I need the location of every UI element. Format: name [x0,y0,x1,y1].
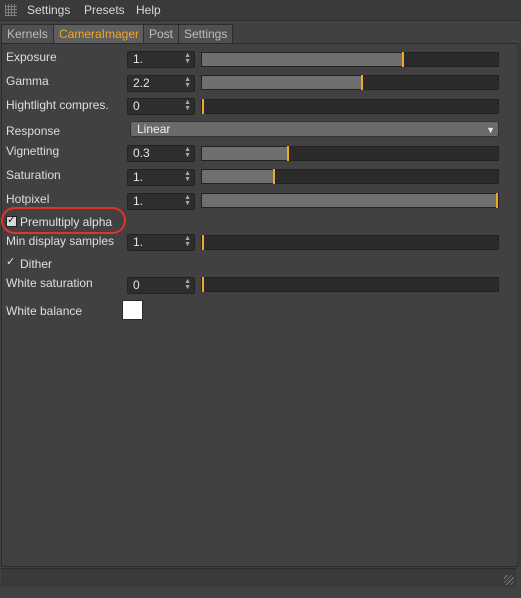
response-label: Response [6,124,61,138]
saturation-slider[interactable] [201,169,499,184]
slider-handle[interactable] [361,75,363,90]
highlight-compression-label: Hightlight compres. [6,98,109,112]
white-balance-swatch[interactable] [122,300,143,320]
slider-handle[interactable] [273,169,275,184]
white-balance-label: White balance [6,304,83,318]
response-select[interactable]: Linear ▼ [130,121,499,137]
menu-presets[interactable]: Presets [84,3,125,17]
stepper-icon[interactable]: ▲ ▼ [184,146,191,159]
white-saturation-slider[interactable] [201,277,499,292]
stepper-icon[interactable]: ▲ ▼ [184,99,191,112]
saturation-input[interactable]: 1. ▲ ▼ [127,169,195,186]
gamma-input[interactable]: 2.2 ▲ ▼ [127,75,195,92]
slider-handle[interactable] [202,235,204,250]
stepper-icon[interactable]: ▲ ▼ [184,278,191,291]
stepper-icon[interactable]: ▲ ▼ [184,52,191,65]
min-display-samples-input[interactable]: 1. ▲ ▼ [127,234,195,251]
tab-cameraimager[interactable]: CameraImager [53,24,146,43]
menu-settings[interactable]: Settings [27,3,70,17]
tab-settings[interactable]: Settings [178,24,234,43]
status-bar [1,568,516,587]
grip-icon[interactable] [5,4,17,16]
scrollbar[interactable] [517,43,521,565]
premultiply-alpha-label: Premultiply alpha [20,215,113,229]
stepper-icon[interactable]: ▲ ▼ [184,194,191,207]
stepper-icon[interactable]: ▲ ▼ [184,170,191,183]
menu-help[interactable]: Help [136,3,161,17]
white-saturation-input[interactable]: 0 ▲ ▼ [127,277,195,294]
stepper-icon[interactable]: ▲ ▼ [184,235,191,248]
stepper-icon[interactable]: ▲ ▼ [184,76,191,89]
min-display-samples-slider[interactable] [201,235,499,250]
exposure-label: Exposure [6,50,57,64]
slider-handle[interactable] [202,277,204,292]
slider-handle[interactable] [402,52,404,67]
resize-grip-icon[interactable] [504,575,514,585]
chevron-down-icon: ▼ [486,125,495,135]
gamma-label: Gamma [6,74,49,88]
checkmark-icon[interactable]: ✓ [6,256,17,269]
exposure-input[interactable]: 1. ▲ ▼ [127,51,195,68]
tab-post[interactable]: Post [143,24,180,43]
vignetting-input[interactable]: 0.3 ▲ ▼ [127,145,195,162]
vignetting-label: Vignetting [6,144,60,158]
slider-handle[interactable] [496,193,498,208]
min-display-samples-label: Min display samples [6,234,115,248]
dither-label: Dither [20,257,53,271]
white-saturation-label: White saturation [6,276,93,290]
highlight-compression-slider[interactable] [201,99,499,114]
hotpixel-slider[interactable] [201,193,499,208]
hotpixel-input[interactable]: 1. ▲ ▼ [127,193,195,210]
slider-handle[interactable] [202,99,204,114]
exposure-slider[interactable] [201,52,499,67]
menu-bar: Settings Presets Help [0,0,521,21]
gamma-slider[interactable] [201,75,499,90]
vignetting-slider[interactable] [201,146,499,161]
highlight-compression-input[interactable]: 0 ▲ ▼ [127,98,195,115]
hotpixel-label: Hotpixel [6,192,50,206]
slider-handle[interactable] [287,146,289,161]
checkbox-checked-icon[interactable]: ✓ [6,214,17,227]
premultiply-alpha-checkbox[interactable]: ✓ Premultiply alpha [6,214,113,229]
tab-bar: Kernels CameraImager Post Settings [0,24,521,43]
tab-kernels[interactable]: Kernels [1,24,54,43]
dither-checkbox[interactable]: ✓ Dither [6,256,53,271]
saturation-label: Saturation [6,168,61,182]
